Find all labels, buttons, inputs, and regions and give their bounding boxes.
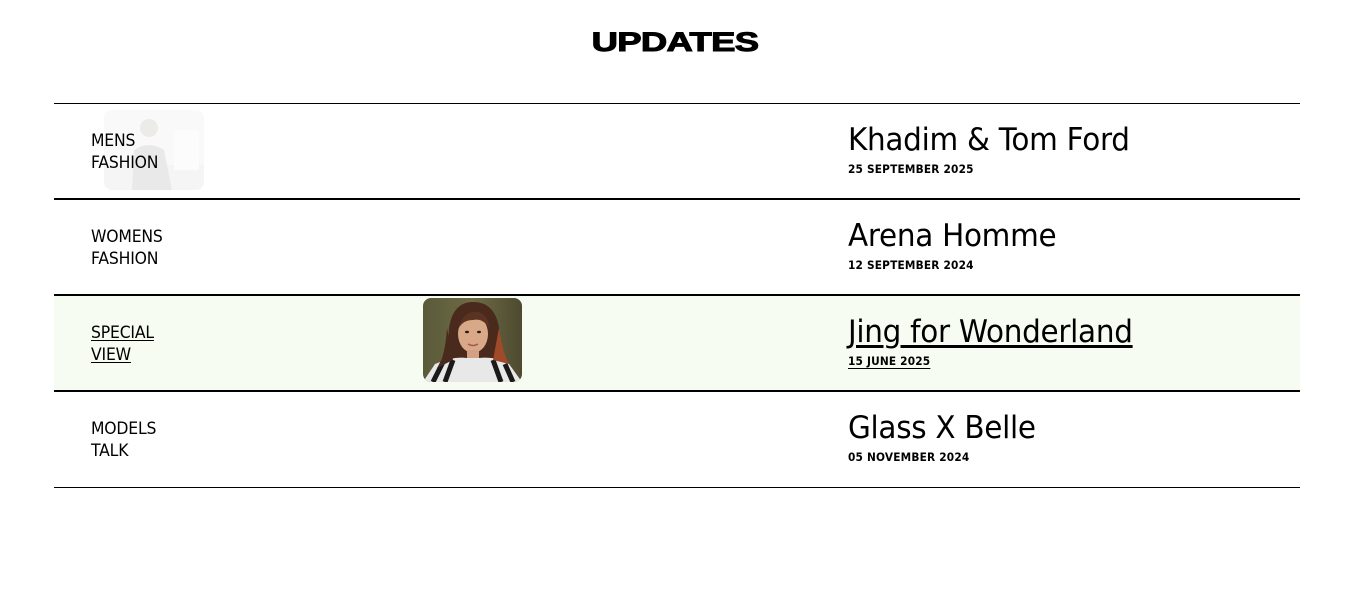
update-category: SPECIAL VIEW bbox=[91, 322, 238, 366]
update-date: 12 SEPTEMBER 2024 bbox=[848, 258, 974, 272]
category-line: FASHION bbox=[91, 249, 159, 269]
update-date: 25 SEPTEMBER 2025 bbox=[848, 162, 974, 176]
category-line: MODELS bbox=[91, 419, 157, 439]
update-category: MENS FASHION bbox=[91, 130, 238, 174]
page-title: UPDATES bbox=[591, 27, 760, 58]
updates-list: MENS FASHION Khadim & Tom Ford 25 SEPTEM… bbox=[54, 103, 1300, 488]
category-line: SPECIAL bbox=[91, 323, 154, 343]
update-date: 15 JUNE 2025 bbox=[848, 354, 931, 368]
updates-page: UPDATES MENS FASHION Khadim & Tom Ford 2… bbox=[0, 0, 1350, 592]
update-category: MODELS TALK bbox=[91, 418, 238, 462]
category-line: WOMENS bbox=[91, 227, 163, 247]
category-line: VIEW bbox=[91, 345, 131, 365]
update-date: 05 NOVEMBER 2024 bbox=[848, 450, 970, 464]
update-row-special-view[interactable]: SPECIAL VIEW Jing for Wonderland 15 JUNE… bbox=[54, 296, 1300, 392]
update-headline-link[interactable]: Khadim & Tom Ford bbox=[848, 122, 1130, 158]
update-category: WOMENS FASHION bbox=[91, 226, 238, 270]
category-line: MENS bbox=[91, 131, 136, 151]
category-line: FASHION bbox=[91, 153, 159, 173]
update-row-womens-fashion[interactable]: WOMENS FASHION Arena Homme 12 SEPTEMBER … bbox=[54, 200, 1300, 296]
update-thumbnail bbox=[423, 298, 522, 382]
category-line: TALK bbox=[91, 441, 129, 461]
update-headline-link[interactable]: Glass X Belle bbox=[848, 410, 1036, 446]
update-headline-link[interactable]: Jing for Wonderland bbox=[848, 314, 1133, 350]
woman-portrait-photo bbox=[423, 298, 522, 382]
update-headline-link[interactable]: Arena Homme bbox=[848, 218, 1057, 254]
update-row-mens-fashion[interactable]: MENS FASHION Khadim & Tom Ford 25 SEPTEM… bbox=[54, 104, 1300, 200]
update-row-models-talk[interactable]: MODELS TALK Glass X Belle 05 NOVEMBER 20… bbox=[54, 392, 1300, 488]
